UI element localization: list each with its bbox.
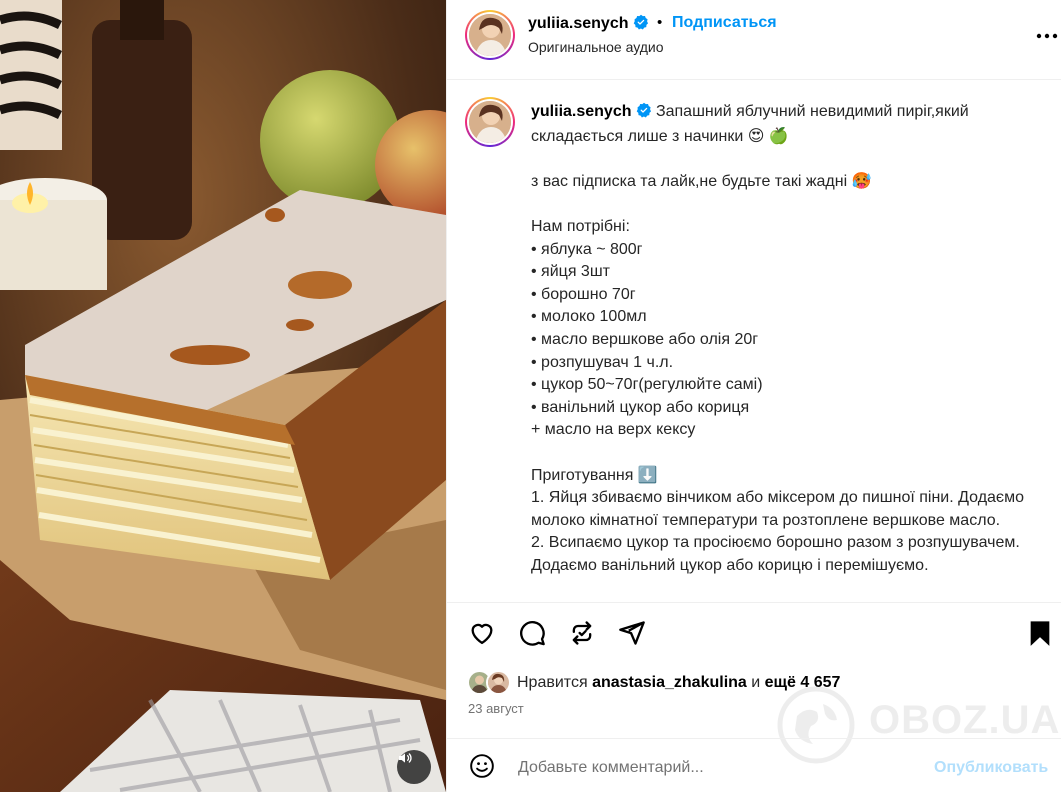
caption-author-avatar[interactable]: [465, 97, 515, 147]
share-icon: [618, 619, 646, 652]
emoji-icon: [469, 753, 495, 784]
liker-avatars[interactable]: [467, 670, 513, 696]
comment-bar: Опубликовать: [447, 738, 1061, 792]
caption-section[interactable]: yuliia.senych Запашний яблучний невидими…: [447, 80, 1061, 602]
pie-photo: [0, 0, 446, 792]
save-button[interactable]: [1025, 620, 1055, 650]
repost-icon: [568, 619, 596, 652]
post-header: yuliia.senych • Подписаться Оригинальное…: [447, 0, 1061, 80]
avatar: [486, 670, 511, 695]
emoji-button[interactable]: [467, 753, 497, 783]
comment-icon: [518, 619, 546, 652]
bookmark-icon: [1027, 619, 1053, 652]
share-button[interactable]: [617, 620, 647, 650]
post-media[interactable]: [0, 0, 446, 792]
audio-link[interactable]: Оригинальное аудио: [528, 39, 664, 55]
verified-icon: [636, 102, 652, 126]
publish-button[interactable]: Опубликовать: [934, 759, 1048, 777]
author-username[interactable]: yuliia.senych: [528, 14, 649, 35]
author-avatar[interactable]: [465, 10, 515, 60]
repost-button[interactable]: [567, 620, 597, 650]
action-bar: [447, 602, 1061, 664]
post-date[interactable]: 23 август: [468, 701, 524, 716]
comment-input[interactable]: [518, 753, 918, 783]
separator-dot: •: [657, 14, 663, 31]
caption-body: Запашний яблучний невидимий пиріг,який с…: [531, 103, 1024, 574]
post-panel: yuliia.senych • Подписаться Оригинальное…: [446, 0, 1061, 792]
comment-button[interactable]: [517, 620, 547, 650]
more-options-button[interactable]: [1034, 22, 1060, 48]
verified-icon: [633, 14, 649, 35]
caption-text: yuliia.senych Запашний яблучний невидими…: [531, 101, 1031, 577]
caption-username[interactable]: yuliia.senych: [531, 103, 632, 120]
heart-icon: [468, 619, 496, 652]
follow-button[interactable]: Подписаться: [672, 14, 777, 32]
mute-button[interactable]: [397, 750, 431, 784]
more-icon: [1036, 26, 1058, 44]
like-button[interactable]: [467, 620, 497, 650]
liker-username[interactable]: anastasia_zhakulina: [592, 674, 747, 691]
